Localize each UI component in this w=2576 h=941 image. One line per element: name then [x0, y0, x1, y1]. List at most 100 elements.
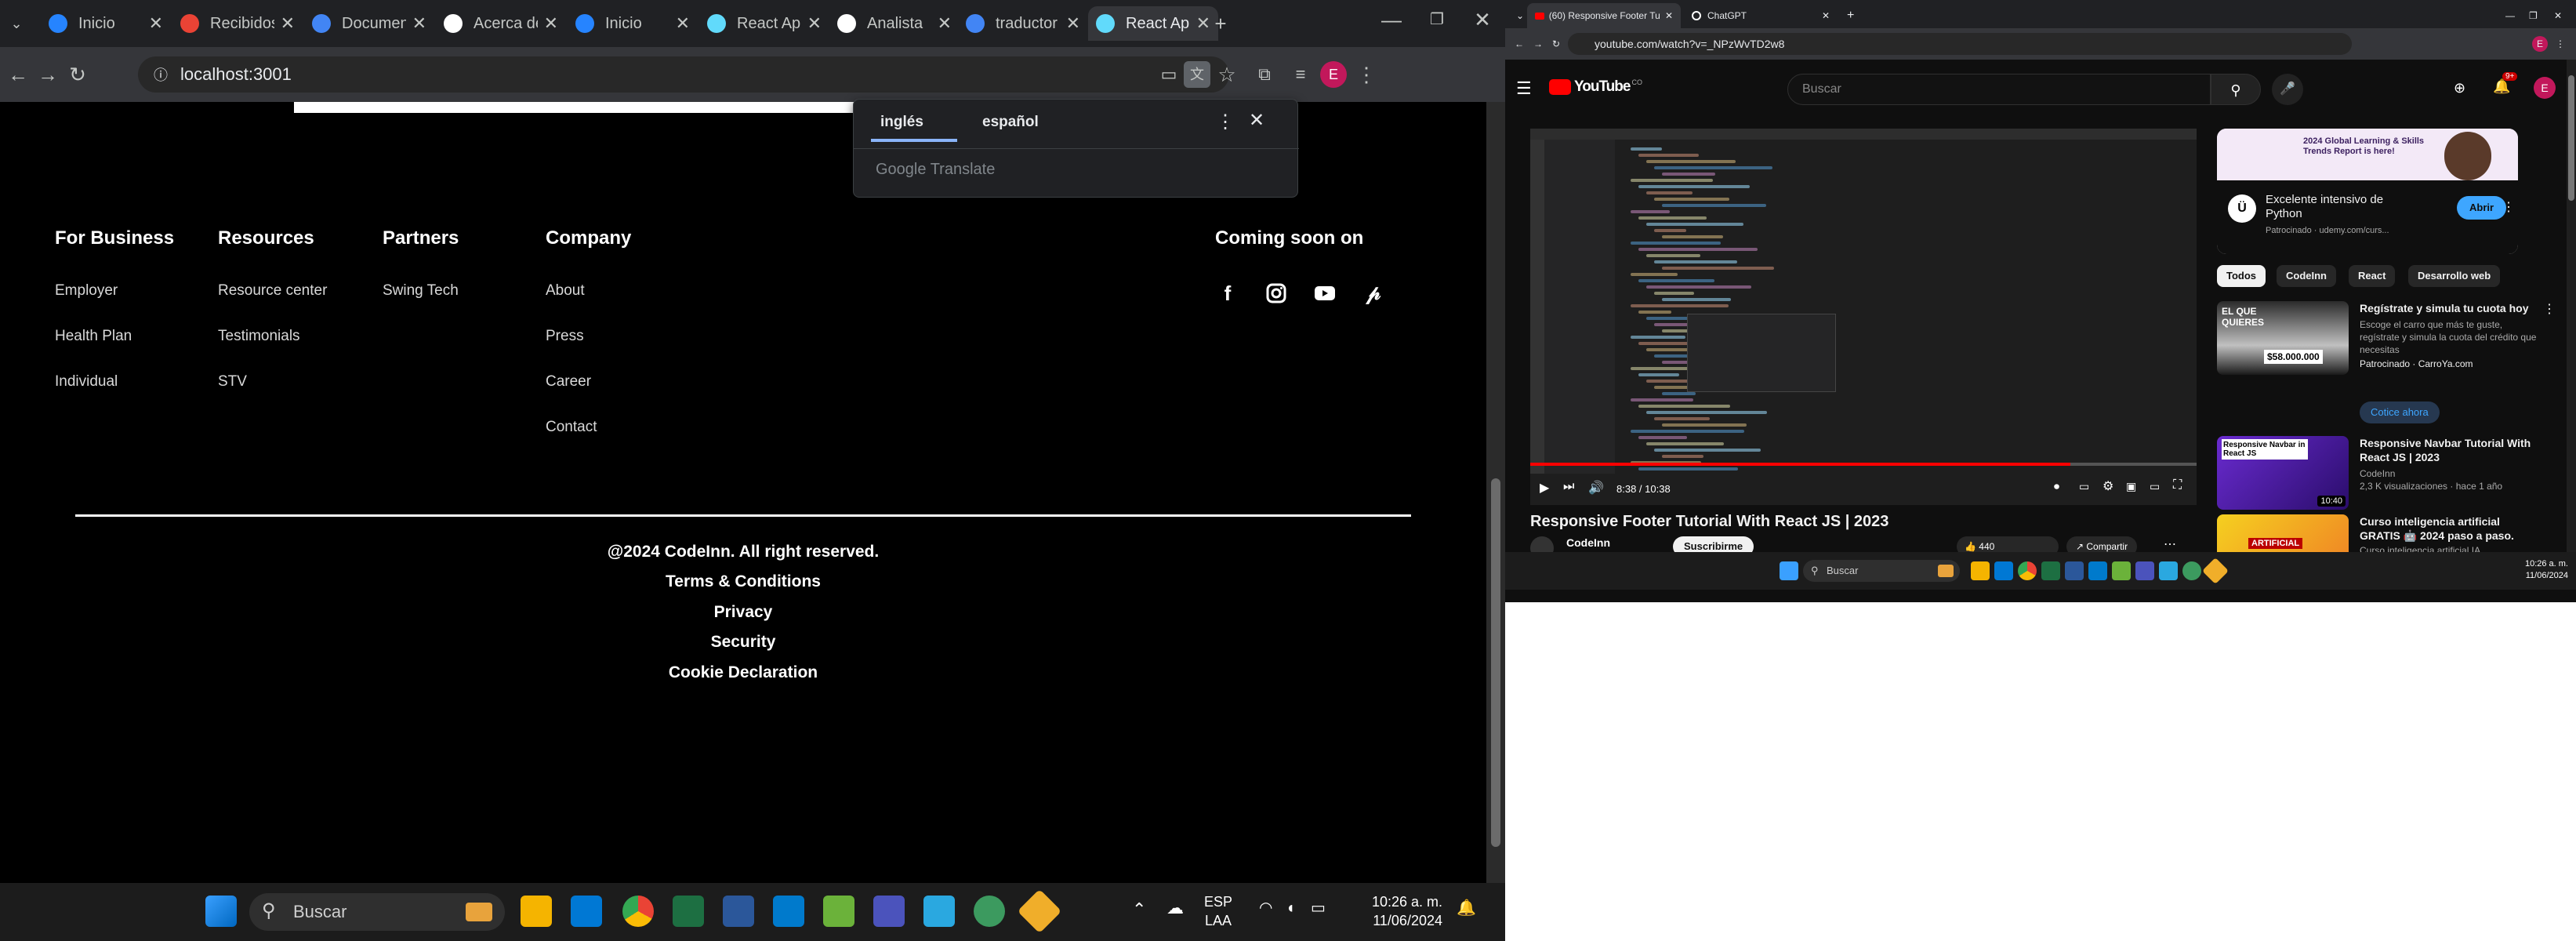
outlook-icon[interactable]	[1994, 561, 2013, 580]
footer-link[interactable]: Individual	[55, 373, 174, 419]
tab-close-icon[interactable]: ✕	[412, 13, 426, 34]
youtube-search-input[interactable]: Buscar	[1787, 74, 2211, 105]
teams-icon[interactable]	[873, 896, 905, 927]
footer-link[interactable]: Press	[546, 328, 631, 373]
filter-chip[interactable]: Todos	[2217, 265, 2266, 287]
subtitles-icon[interactable]: ▭	[2079, 480, 2089, 493]
navbar-video-thumbnail[interactable]: Responsive Navbar in React JS 10:40	[2217, 436, 2349, 510]
tab-docs[interactable]: Documento ✕	[304, 6, 434, 41]
ad-card[interactable]: 2024 Global Learning & Skills Trends Rep…	[2217, 129, 2518, 254]
autoplay-toggle-icon[interactable]: ⏺	[2054, 480, 2059, 493]
close-window-button[interactable]: ✕	[1469, 6, 1496, 33]
play-icon[interactable]: ▶	[1540, 480, 1549, 496]
excel-icon[interactable]	[2041, 561, 2060, 580]
site-info-icon[interactable]: ⓘ	[154, 64, 168, 85]
tab-r[interactable]: Acerca de ✕	[436, 6, 566, 41]
translate-target-tab[interactable]: español	[982, 114, 1039, 131]
bookmark-star-icon[interactable]: ☆	[1214, 61, 1240, 88]
facebook-icon[interactable]: f	[1215, 281, 1240, 306]
page-scrollbar[interactable]	[1486, 102, 1505, 883]
right-scrollbar-thumb[interactable]	[2568, 75, 2574, 201]
media-icon[interactable]: ≡	[1287, 61, 1314, 88]
notifications-icon[interactable]: 🔔	[1457, 899, 1476, 917]
tray-chevron-icon[interactable]: ⌃	[1132, 900, 1146, 919]
side-video-title[interactable]: Curso inteligencia artificial GRATIS 🤖 2…	[2360, 514, 2532, 543]
footer-link[interactable]: Health Plan	[55, 328, 174, 373]
footer-link[interactable]: About	[546, 282, 631, 328]
youtube-icon[interactable]	[1312, 281, 1337, 306]
clock[interactable]: 10:26 a. m. 11/06/2024	[1348, 892, 1442, 930]
language-indicator[interactable]: ESP LAA	[1204, 892, 1232, 930]
next-icon[interactable]: ⏭	[1563, 480, 1574, 494]
scrollbar-thumb[interactable]	[1491, 478, 1500, 847]
right-close-window-button[interactable]: ✕	[2546, 3, 2570, 28]
file-explorer-icon[interactable]	[1971, 561, 1990, 580]
translate-source-tab[interactable]: inglés	[880, 114, 923, 131]
tab-gmail[interactable]: Recibidos ✕	[172, 6, 303, 41]
reload-button[interactable]: ↻	[64, 61, 91, 88]
translate-close-icon[interactable]: ✕	[1249, 109, 1264, 132]
notepad-icon[interactable]	[2159, 561, 2178, 580]
translate-icon[interactable]: 文	[1184, 61, 1210, 88]
quote-button[interactable]: Cotice ahora	[2360, 401, 2440, 423]
filter-chip[interactable]: Desarrollo web	[2408, 265, 2501, 287]
right-address-bar[interactable]: youtube.com/watch?v=_NPzWvTD2w8	[1568, 33, 2352, 55]
footer-link[interactable]: Resource center	[218, 282, 327, 328]
tab-react[interactable]: React App✕	[699, 6, 829, 41]
instagram-icon[interactable]	[1264, 281, 1289, 306]
hamburger-menu-icon[interactable]: ☰	[1516, 78, 1532, 99]
miniplayer-icon[interactable]: ▣	[2126, 480, 2136, 493]
menu-icon[interactable]: ⋮	[1353, 61, 1380, 88]
wifi-icon[interactable]: ◠	[1259, 899, 1272, 917]
git-icon[interactable]	[1017, 888, 1062, 934]
youtube-avatar[interactable]: E	[2534, 77, 2556, 99]
settings-gear-icon[interactable]: ⚙	[2103, 478, 2113, 494]
edge-icon[interactable]	[2182, 561, 2201, 580]
volume-icon[interactable]: 🔊	[1588, 480, 1604, 496]
tab-close-icon[interactable]: ✕	[281, 13, 295, 34]
word-icon[interactable]	[2065, 561, 2084, 580]
filter-chip[interactable]: CodeInn	[2277, 265, 2336, 287]
maximize-button[interactable]: ❐	[1424, 6, 1450, 33]
side-video-more-icon[interactable]: ⋮	[2543, 301, 2556, 317]
tab-close-icon[interactable]: ✕	[544, 13, 558, 34]
tab-close-icon[interactable]: ✕	[149, 13, 163, 34]
vscode-icon[interactable]	[773, 896, 804, 927]
notifications-bell-icon[interactable]: 🔔	[2493, 78, 2510, 95]
right-scrollbar[interactable]	[2567, 60, 2576, 552]
tab-close-icon[interactable]: ✕	[1066, 13, 1080, 34]
app-icon[interactable]	[2112, 561, 2131, 580]
right-new-tab-button[interactable]: +	[1839, 3, 1862, 28]
video-progress-track[interactable]	[1530, 463, 2197, 466]
footer-link[interactable]: Employer	[55, 282, 174, 328]
right-menu-icon[interactable]: ⋮	[2548, 31, 2573, 56]
tab-react[interactable]: React App✕	[1088, 6, 1218, 41]
right-maximize-button[interactable]: ❐	[2521, 3, 2545, 28]
tab-close-icon[interactable]: ✕	[676, 13, 690, 34]
back-button[interactable]: ←	[5, 61, 31, 88]
sponsored-thumbnail[interactable]: EL QUE QUIERES $58.000.000	[2217, 301, 2349, 375]
side-video-title[interactable]: Responsive Navbar Tutorial With React JS…	[2360, 436, 2532, 464]
legal-link[interactable]: Security	[0, 633, 1486, 652]
outlook-icon[interactable]	[571, 896, 602, 927]
fullscreen-icon[interactable]: ⛶	[2173, 478, 2182, 492]
right-clock[interactable]: 10:26 a. m. 11/06/2024	[2493, 558, 2568, 582]
windows-start-icon[interactable]	[1780, 561, 1798, 580]
avatar[interactable]: E	[1320, 61, 1347, 88]
forward-button[interactable]: →	[34, 61, 61, 88]
taskbar-search[interactable]: ⚲ Buscar	[249, 893, 505, 931]
footer-link[interactable]: Swing Tech	[383, 282, 459, 328]
excel-icon[interactable]	[673, 896, 704, 927]
more-actions-icon[interactable]: ⋯	[2164, 536, 2176, 552]
right-tab-close-icon[interactable]: ✕	[1665, 10, 1673, 21]
vscode-icon[interactable]	[2088, 561, 2107, 580]
ad-open-button[interactable]: Abrir	[2457, 196, 2507, 220]
legal-link[interactable]: Privacy	[0, 603, 1486, 622]
word-icon[interactable]	[723, 896, 754, 927]
right-minimize-button[interactable]: —	[2498, 3, 2523, 28]
create-video-icon[interactable]: ⊕	[2454, 80, 2465, 96]
tab-close-icon[interactable]: ✕	[938, 13, 952, 34]
windows-start-icon[interactable]	[205, 896, 237, 927]
channel-name[interactable]: CodeInn	[1566, 536, 1610, 549]
new-tab-button[interactable]: +	[1207, 10, 1234, 37]
